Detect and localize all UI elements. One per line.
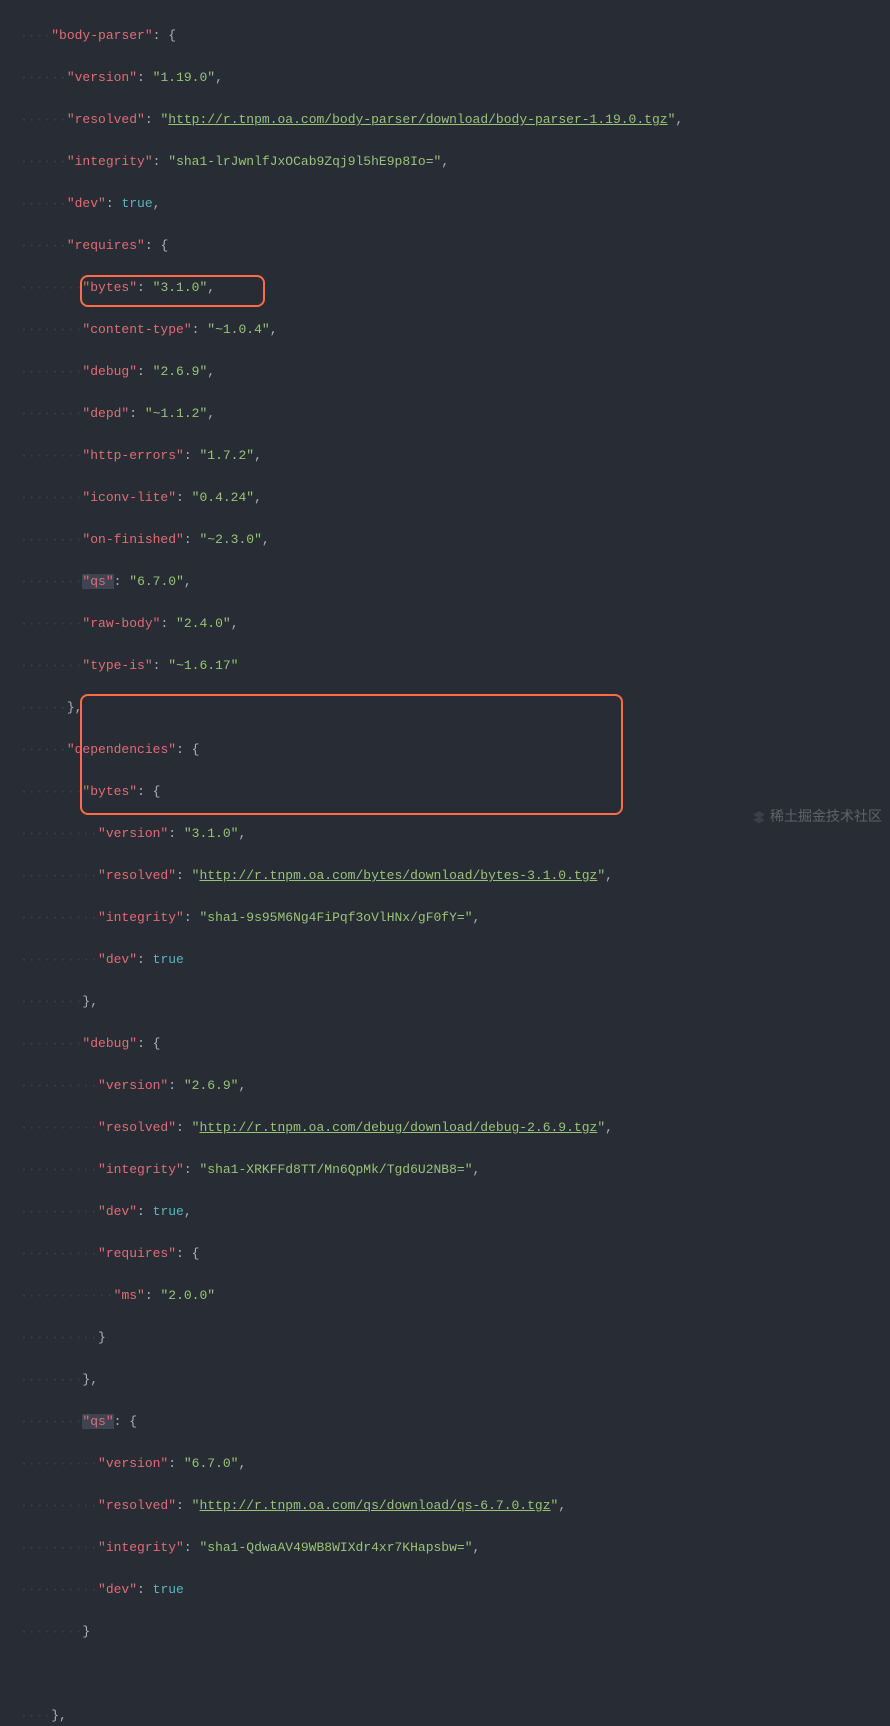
code-line: ··········"version": "2.6.9",	[20, 1075, 890, 1096]
code-line: ······"requires": {	[20, 235, 890, 256]
url-link[interactable]: http://r.tnpm.oa.com/debug/download/debu…	[199, 1120, 597, 1135]
code-line: ········"type-is": "~1.6.17"	[20, 655, 890, 676]
code-line: ········"debug": "2.6.9",	[20, 361, 890, 382]
code-line: ··········"integrity": "sha1-9s95M6Ng4Fi…	[20, 907, 890, 928]
url-link[interactable]: http://r.tnpm.oa.com/bytes/download/byte…	[199, 868, 597, 883]
code-line: ········"qs": "6.7.0",	[20, 571, 890, 592]
code-editor: ····"body-parser": { ······"version": "1…	[0, 0, 890, 1726]
watermark: 稀土掘金技术社区	[752, 806, 882, 827]
code-line	[20, 1663, 890, 1684]
code-line: ··········"version": "6.7.0",	[20, 1453, 890, 1474]
code-line: ······"integrity": "sha1-lrJwnlfJxOCab9Z…	[20, 151, 890, 172]
code-line: ········"iconv-lite": "0.4.24",	[20, 487, 890, 508]
code-line: ········"bytes": {	[20, 781, 890, 802]
url-link[interactable]: http://r.tnpm.oa.com/body-parser/downloa…	[168, 112, 667, 127]
code-line: ········"qs": {	[20, 1411, 890, 1432]
code-line: ········"bytes": "3.1.0",	[20, 277, 890, 298]
code-line: ········}	[20, 1621, 890, 1642]
code-line: ··········}	[20, 1327, 890, 1348]
code-line: ········"content-type": "~1.0.4",	[20, 319, 890, 340]
code-line: ········},	[20, 1369, 890, 1390]
code-line: ··········"resolved": "http://r.tnpm.oa.…	[20, 1495, 890, 1516]
code-line: ············"ms": "2.0.0"	[20, 1285, 890, 1306]
code-line: ········"debug": {	[20, 1033, 890, 1054]
code-line: ········},	[20, 991, 890, 1012]
code-line: ··········"dev": true	[20, 949, 890, 970]
code-line: ··········"dev": true	[20, 1579, 890, 1600]
url-link[interactable]: http://r.tnpm.oa.com/qs/download/qs-6.7.…	[199, 1498, 550, 1513]
code-line: ······"dev": true,	[20, 193, 890, 214]
code-line: ········"raw-body": "2.4.0",	[20, 613, 890, 634]
code-line: ······"dependencies": {	[20, 739, 890, 760]
code-line: ······},	[20, 697, 890, 718]
code-line: ········"on-finished": "~2.3.0",	[20, 529, 890, 550]
code-line: ··········"integrity": "sha1-QdwaAV49WB8…	[20, 1537, 890, 1558]
code-line: ··········"dev": true,	[20, 1201, 890, 1222]
code-line: ······"version": "1.19.0",	[20, 67, 890, 88]
code-line: ····},	[20, 1705, 890, 1726]
code-line: ··········"requires": {	[20, 1243, 890, 1264]
code-line: ··········"resolved": "http://r.tnpm.oa.…	[20, 865, 890, 886]
code-line: ··········"integrity": "sha1-XRKFFd8TT/M…	[20, 1159, 890, 1180]
code-line: ····"body-parser": {	[20, 25, 890, 46]
code-line: ······"resolved": "http://r.tnpm.oa.com/…	[20, 109, 890, 130]
code-line: ········"depd": "~1.1.2",	[20, 403, 890, 424]
code-line: ··········"resolved": "http://r.tnpm.oa.…	[20, 1117, 890, 1138]
code-line: ········"http-errors": "1.7.2",	[20, 445, 890, 466]
juejin-icon	[752, 810, 766, 824]
